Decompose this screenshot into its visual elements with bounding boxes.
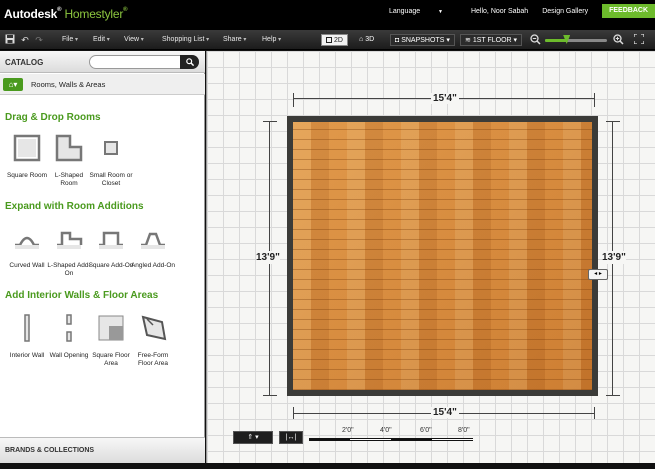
zoom-slider-fill [545,39,567,42]
catalog-item-l-shaped-room[interactable]: L-Shaped Room [46,133,92,188]
language-menu[interactable]: Language ▼ [389,8,457,15]
compass-icon: ⇑ ▾ [247,434,259,441]
menu-share[interactable]: Share [223,36,246,43]
dimension-tick [293,407,294,419]
toolbar: ↶ ↷ File Edit View Shopping List Share H… [0,30,655,50]
fullscreen-icon[interactable] [633,33,645,46]
scale-label: 8'0" [458,427,470,434]
breadcrumb: ⌂▾ Rooms, Walls & Areas [0,74,205,95]
ruler-icon: |↔| [285,434,297,441]
l-shaped-room-icon [55,134,83,162]
product-mark: ® [123,7,128,13]
catalog-item-square-addon[interactable]: Square Add-On [88,223,134,270]
zoom-out-icon[interactable] [529,34,541,46]
section-title-room-additions: Expand with Room Additions [5,201,144,212]
snapshots-button[interactable]: ◘ SNAPSHOTS ▾ [390,34,455,46]
small-room-icon [104,141,118,155]
dimension-label-right: 13'9" [602,251,626,264]
top-links: Language ▼ Hello, Noor Sabah Design Gall… [389,4,655,18]
menu-edit[interactable]: Edit [93,36,110,43]
scale-bar [309,438,473,441]
scale-label: 4'0" [380,427,392,434]
floor-selector[interactable]: ≋ 1ST FLOOR ▾ [460,34,523,46]
home-icon[interactable]: ⌂▾ [3,78,23,91]
user-greeting[interactable]: Hello, Noor Sabah [471,8,528,15]
square-addon-icon [99,231,123,249]
house-icon: ⌂ [359,36,364,43]
dimension-label-bottom: 15'4" [431,407,459,418]
wall-opening-icon [66,314,72,342]
catalog-item-curved-wall[interactable]: Curved Wall [4,223,50,270]
dimension-tick [263,121,277,122]
dimension-tick [594,93,595,107]
dimension-tick [606,395,620,396]
freeform-floor-area-icon [141,315,167,341]
interior-wall-icon [24,314,30,342]
top-bar: Autodesk® Homestyler® Language ▼ Hello, … [0,0,655,30]
catalog-item-square-floor-area[interactable]: Square Floor Area [88,313,134,368]
catalog-header: CATALOG [0,51,205,73]
catalog-item-small-room[interactable]: Small Room or Closet [88,133,134,188]
l-shaped-addon-icon [57,231,83,249]
catalog-sidebar: CATALOG ⌂▾ Rooms, Walls & Areas Drag & D… [0,51,205,463]
brands-collections-label: BRANDS & COLLECTIONS [5,447,95,454]
catalog-item-interior-wall[interactable]: Interior Wall [4,313,50,360]
section-title-drag-drop-rooms: Drag & Drop Rooms [5,112,101,123]
brand-reg: ® [57,7,62,13]
scale-label: 2'0" [342,427,354,434]
brand-name: Autodesk [4,7,58,21]
measure-button[interactable]: |↔| [279,431,303,444]
dimension-label-top: 15'4" [431,93,459,104]
wall-resize-handle[interactable]: ◂ ▸ [588,269,608,280]
curved-wall-icon [15,236,39,249]
square-floor-area-icon [98,315,124,341]
camera-icon: ◘ [395,37,400,44]
angled-addon-icon [141,232,165,249]
catalog-item-angled-addon[interactable]: Angled Add-On [130,223,176,270]
menu-help[interactable]: Help [262,36,281,43]
app-logo: Autodesk® Homestyler® [4,7,128,21]
feedback-button[interactable]: FEEDBACK [602,4,655,18]
dimension-tick [606,121,620,122]
brands-collections-bar[interactable]: BRANDS & COLLECTIONS [0,437,205,463]
dimension-tick [594,407,595,419]
section-title-interior-walls: Add Interior Walls & Floor Areas [5,290,159,301]
redo-icon[interactable]: ↷ [33,34,45,46]
dimension-label-left: 13'9" [256,251,280,264]
menu-view[interactable]: View [124,36,144,43]
floorplan-icon [326,37,332,43]
catalog-item-freeform-floor-area[interactable]: Free-Form Floor Area [130,313,176,368]
zoom-slider[interactable] [545,35,607,44]
dimension-tick [263,395,277,396]
product-name: Homestyler [64,7,124,21]
layers-icon: ≋ [465,37,471,44]
catalog-item-wall-opening[interactable]: Wall Opening [46,313,92,360]
save-icon[interactable] [4,34,16,46]
compass-button[interactable]: ⇑ ▾ [233,431,273,444]
menu-file[interactable]: File [62,36,78,43]
floorplan-canvas[interactable]: 15'4" 13'9" 13'9" ◂ ▸ 15'4" ⇑ ▾ |↔| 2'0"… [206,51,655,463]
undo-icon[interactable]: ↶ [19,34,31,46]
menu-shopping-list[interactable]: Shopping List [162,36,209,43]
view-3d-button[interactable]: ⌂ 3D [355,34,378,46]
catalog-label: CATALOG [5,58,44,67]
square-room-icon [13,134,41,162]
square-room[interactable] [287,116,598,396]
scale-label: 6'0" [420,427,432,434]
zoom-in-icon[interactable] [612,34,624,46]
breadcrumb-current: Rooms, Walls & Areas [31,80,106,89]
catalog-item-square-room[interactable]: Square Room [4,133,50,180]
catalog-item-l-shaped-addon[interactable]: L-Shaped Add-On [46,223,92,278]
search-icon[interactable] [180,55,199,69]
design-gallery-link[interactable]: Design Gallery [542,8,588,15]
view-2d-button[interactable]: 2D [321,34,348,46]
dimension-tick [293,93,294,107]
